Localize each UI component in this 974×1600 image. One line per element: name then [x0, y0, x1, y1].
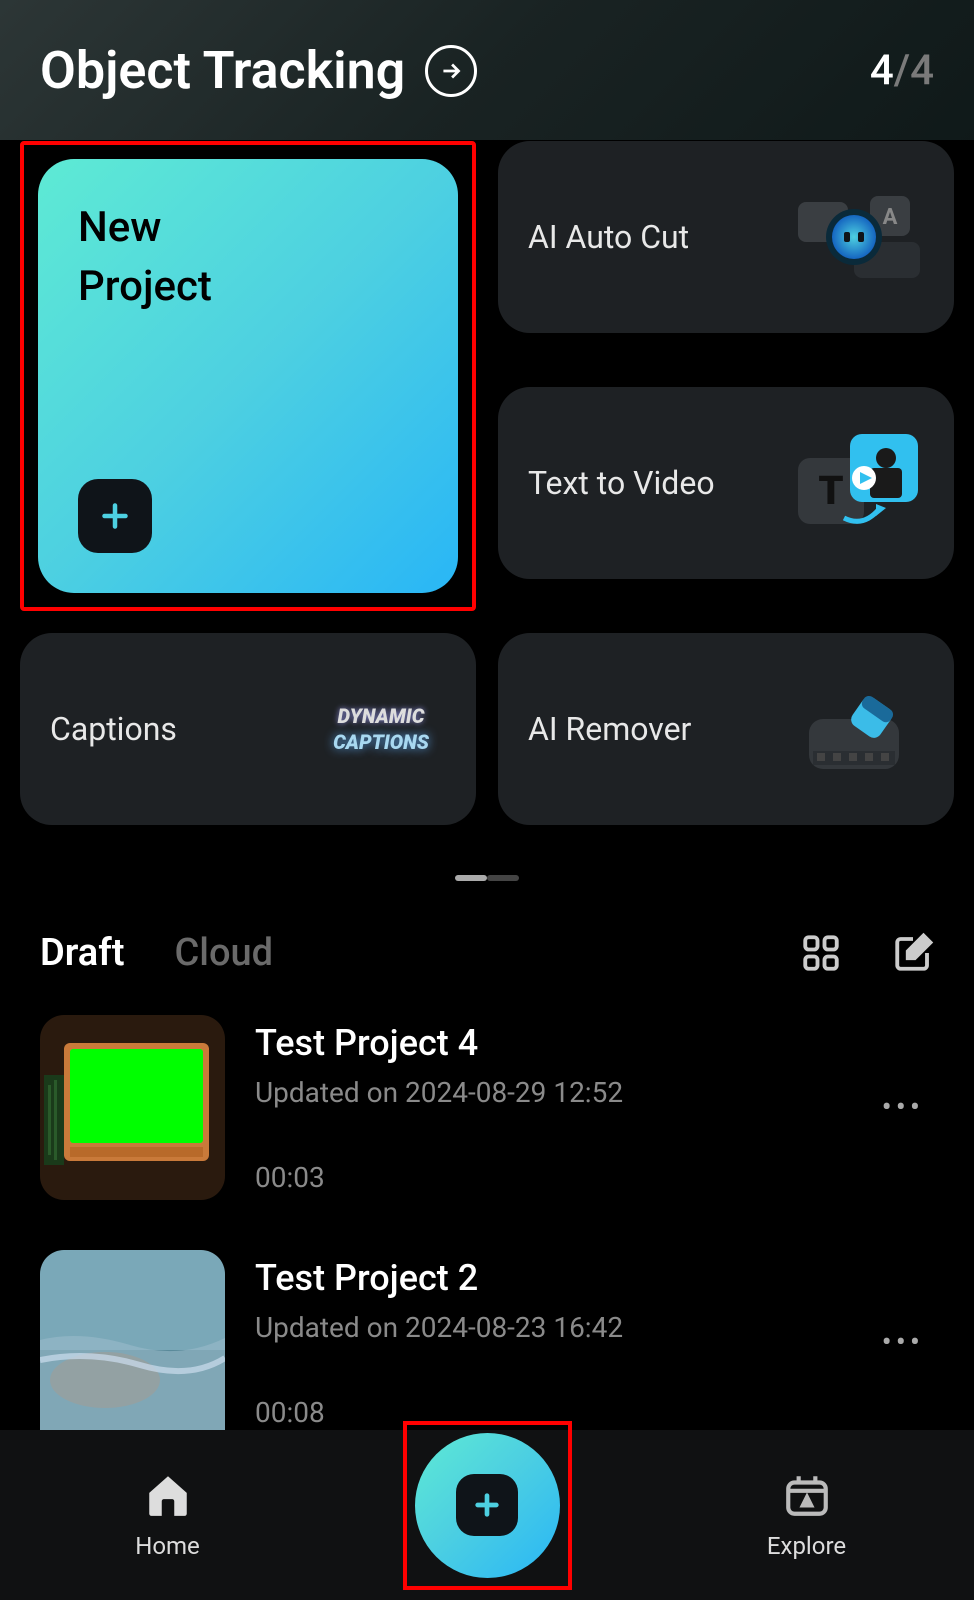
draft-thumbnail: [40, 1015, 225, 1200]
nav-explore[interactable]: Explore: [707, 1470, 907, 1560]
draft-thumbnail: [40, 1250, 225, 1435]
explore-icon: [782, 1470, 832, 1524]
more-icon[interactable]: •••: [882, 1325, 934, 1360]
header-title-group[interactable]: Object Tracking: [40, 40, 477, 101]
ai-auto-cut-icon: A: [794, 190, 924, 285]
draft-name: Test Project 4: [255, 1022, 852, 1064]
new-project-button[interactable]: New Project: [38, 159, 458, 593]
ai-remover-icon: [794, 682, 924, 777]
counter-total: 4: [910, 46, 934, 95]
tab-cloud[interactable]: Cloud: [174, 931, 273, 975]
ai-remover-button[interactable]: AI Remover: [498, 633, 954, 825]
counter-current: 4: [870, 46, 894, 95]
tile-label: Text to Video: [528, 464, 715, 502]
more-icon[interactable]: •••: [882, 1090, 934, 1125]
page-dot-active: [455, 875, 487, 881]
draft-updated: Updated on 2024-08-23 16:42: [255, 1311, 852, 1344]
banner-counter: 4/4: [870, 46, 934, 95]
new-project-highlight: New Project: [20, 141, 476, 611]
captions-badge-line2: CAPTIONS: [333, 729, 429, 755]
text-to-video-button[interactable]: Text to Video T: [498, 387, 954, 579]
bottom-nav: Home Explore: [0, 1430, 974, 1600]
svg-text:A: A: [883, 205, 898, 230]
header: Object Tracking 4/4: [0, 0, 974, 131]
tile-label: Captions: [50, 710, 177, 748]
plus-icon: [78, 479, 152, 553]
counter-sep: /: [894, 46, 910, 95]
home-icon: [143, 1470, 193, 1524]
plus-icon: [456, 1474, 518, 1536]
draft-name: Test Project 2: [255, 1257, 852, 1299]
edit-icon[interactable]: [892, 932, 934, 974]
svg-text:T: T: [818, 467, 843, 514]
drafts-header: Draft Cloud: [40, 931, 934, 975]
draft-info: Test Project 2 Updated on 2024-08-23 16:…: [255, 1257, 852, 1429]
nav-label: Home: [135, 1532, 200, 1560]
arrow-right-circle-icon: [425, 45, 477, 97]
tile-label: AI Auto Cut: [528, 218, 689, 256]
nav-add-highlight: [403, 1421, 572, 1590]
draft-info: Test Project 4 Updated on 2024-08-29 12:…: [255, 1022, 852, 1194]
grid-view-icon[interactable]: [800, 932, 842, 974]
draft-item[interactable]: Test Project 4 Updated on 2024-08-29 12:…: [40, 1015, 934, 1200]
tile-label: AI Remover: [528, 710, 691, 748]
text-to-video-icon: T: [794, 436, 924, 531]
ai-auto-cut-button[interactable]: AI Auto Cut A: [498, 141, 954, 333]
draft-duration: 00:03: [255, 1161, 852, 1194]
captions-icon: DYNAMIC CAPTIONS: [316, 682, 446, 777]
page-title: Object Tracking: [40, 40, 405, 101]
nav-add-button[interactable]: [415, 1433, 560, 1578]
captions-badge-line1: DYNAMIC: [333, 703, 429, 729]
draft-item[interactable]: Test Project 2 Updated on 2024-08-23 16:…: [40, 1250, 934, 1435]
nav-home[interactable]: Home: [68, 1470, 268, 1560]
drafts-actions: [800, 932, 934, 974]
new-project-label: New Project: [78, 199, 418, 317]
drafts-section: Draft Cloud Test Project 4 Updated on 20…: [0, 911, 974, 1505]
page-dot-inactive: [487, 875, 519, 881]
tab-draft[interactable]: Draft: [40, 931, 124, 975]
nav-label: Explore: [767, 1532, 846, 1560]
feature-tiles: New Project AI Auto Cut A Text to Video: [0, 131, 974, 835]
page-indicator: [0, 875, 974, 911]
drafts-tabs: Draft Cloud: [40, 931, 273, 975]
captions-button[interactable]: Captions DYNAMIC CAPTIONS: [20, 633, 476, 825]
draft-updated: Updated on 2024-08-29 12:52: [255, 1076, 852, 1109]
